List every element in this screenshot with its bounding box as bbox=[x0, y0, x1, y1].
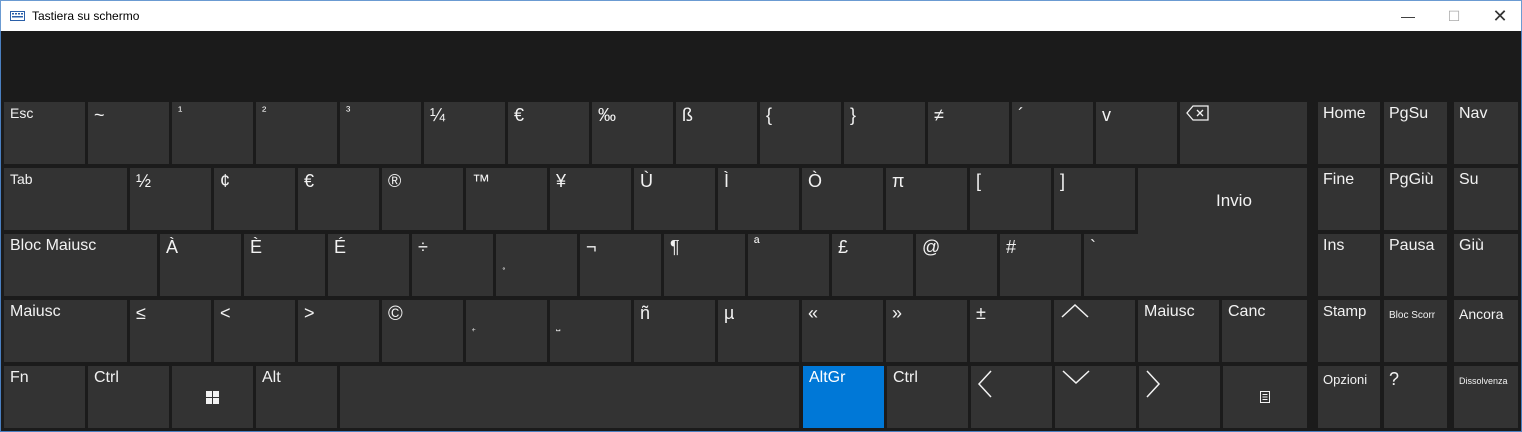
key-pause[interactable]: Pausa bbox=[1384, 234, 1447, 296]
key-fn[interactable]: Fn bbox=[4, 366, 85, 428]
title-bar: Tastiera su schermo — ☐ ✕ bbox=[0, 0, 1522, 31]
key-greater-than[interactable]: > bbox=[298, 300, 379, 362]
key-not-equal[interactable]: ≠ bbox=[928, 102, 1009, 164]
key-sup3[interactable]: ³ bbox=[340, 102, 421, 164]
key-windows[interactable] bbox=[172, 366, 253, 428]
key-fade[interactable]: Dissolvenza bbox=[1454, 366, 1518, 428]
key-copyright[interactable]: © bbox=[382, 300, 463, 362]
menu-icon bbox=[1260, 391, 1270, 403]
close-button[interactable]: ✕ bbox=[1477, 1, 1522, 31]
key-page-down[interactable]: PgGiù bbox=[1384, 168, 1447, 230]
key-options[interactable]: Opzioni bbox=[1318, 366, 1380, 428]
key-arrow-left[interactable] bbox=[971, 366, 1052, 428]
key-insert[interactable]: Ins bbox=[1318, 234, 1380, 296]
key-eszett[interactable]: ß bbox=[676, 102, 757, 164]
key-open-box-below[interactable]: ˽ bbox=[550, 300, 631, 362]
enter-label: Invio bbox=[1216, 191, 1252, 210]
key-backtick[interactable]: ` bbox=[1084, 234, 1165, 296]
key-u-grave[interactable]: Ù bbox=[634, 168, 715, 230]
key-divide[interactable]: ÷ bbox=[412, 234, 493, 296]
key-not-sign[interactable]: ¬ bbox=[580, 234, 661, 296]
key-pilcrow[interactable]: ¶ bbox=[664, 234, 745, 296]
key-arrow-up[interactable] bbox=[1054, 300, 1135, 362]
key-home[interactable]: Home bbox=[1318, 102, 1380, 164]
key-micro[interactable]: µ bbox=[718, 300, 799, 362]
key-page-up[interactable]: PgSu bbox=[1384, 102, 1447, 164]
key-pound[interactable]: £ bbox=[832, 234, 913, 296]
key-quarter[interactable]: ¼ bbox=[424, 102, 505, 164]
key-sup1[interactable]: ¹ bbox=[172, 102, 253, 164]
key-a-grave[interactable]: À bbox=[160, 234, 241, 296]
key-at[interactable]: @ bbox=[916, 234, 997, 296]
down-arrow-icon bbox=[1061, 369, 1136, 385]
key-left-arrow-below[interactable]: ˿ bbox=[466, 300, 547, 362]
key-v[interactable]: v bbox=[1096, 102, 1177, 164]
key-arrow-down[interactable] bbox=[1055, 366, 1136, 428]
key-euro[interactable]: € bbox=[508, 102, 589, 164]
key-alt[interactable]: Alt bbox=[256, 366, 337, 428]
right-arrow-icon bbox=[1145, 369, 1220, 399]
key-n-tilde[interactable]: ñ bbox=[634, 300, 715, 362]
key-shift-right[interactable]: Maiusc bbox=[1138, 300, 1219, 362]
up-arrow-icon bbox=[1060, 303, 1135, 319]
key-up[interactable]: Su bbox=[1454, 168, 1518, 230]
key-print-screen[interactable]: Stamp bbox=[1318, 300, 1380, 362]
key-pi[interactable]: π bbox=[886, 168, 967, 230]
key-sup2[interactable]: ² bbox=[256, 102, 337, 164]
key-dock[interactable]: Ancora bbox=[1454, 300, 1518, 362]
key-ctrl-left[interactable]: Ctrl bbox=[88, 366, 169, 428]
key-esc[interactable]: Esc bbox=[4, 102, 85, 164]
window-title: Tastiera su schermo bbox=[32, 9, 140, 23]
backspace-icon bbox=[1186, 105, 1307, 121]
key-arrow-right[interactable] bbox=[1139, 366, 1220, 428]
key-brace-close[interactable]: } bbox=[844, 102, 925, 164]
key-guillemet-right[interactable]: » bbox=[886, 300, 967, 362]
key-half[interactable]: ½ bbox=[130, 168, 211, 230]
key-caps-lock[interactable]: Bloc Maiusc bbox=[4, 234, 157, 296]
key-scroll-lock[interactable]: Bloc Scorr bbox=[1384, 300, 1447, 362]
key-less-equal[interactable]: ≤ bbox=[130, 300, 211, 362]
key-delete[interactable]: Canc bbox=[1222, 300, 1307, 362]
key-backspace[interactable] bbox=[1180, 102, 1307, 164]
key-registered[interactable]: ® bbox=[382, 168, 463, 230]
key-guillemet-left[interactable]: « bbox=[802, 300, 883, 362]
key-o-grave[interactable]: Ò bbox=[802, 168, 883, 230]
key-less-than[interactable]: < bbox=[214, 300, 295, 362]
key-permille[interactable]: ‰ bbox=[592, 102, 673, 164]
keyboard-icon bbox=[10, 11, 25, 21]
key-hash[interactable]: # bbox=[1000, 234, 1081, 296]
key-shift-left[interactable]: Maiusc bbox=[4, 300, 127, 362]
key-ring-below[interactable]: ˳ bbox=[496, 234, 577, 296]
minimize-button[interactable]: — bbox=[1385, 1, 1431, 31]
key-e-grave[interactable]: È bbox=[244, 234, 325, 296]
windows-icon bbox=[206, 390, 219, 404]
key-bracket-open[interactable]: [ bbox=[970, 168, 1051, 230]
key-help[interactable]: ? bbox=[1384, 366, 1447, 428]
key-ordinal-a[interactable]: ª bbox=[748, 234, 829, 296]
key-e-acute[interactable]: É bbox=[328, 234, 409, 296]
key-tilde[interactable]: ~ bbox=[88, 102, 169, 164]
maximize-button[interactable]: ☐ bbox=[1431, 1, 1477, 31]
key-end[interactable]: Fine bbox=[1318, 168, 1380, 230]
key-ctrl-right[interactable]: Ctrl bbox=[887, 366, 968, 428]
key-acute[interactable]: ´ bbox=[1012, 102, 1093, 164]
key-space[interactable] bbox=[340, 366, 799, 428]
key-plus-minus[interactable]: ± bbox=[970, 300, 1051, 362]
key-i-grave[interactable]: Ì bbox=[718, 168, 799, 230]
key-yen[interactable]: ¥ bbox=[550, 168, 631, 230]
left-arrow-icon bbox=[977, 369, 1052, 399]
key-tab[interactable]: Tab bbox=[4, 168, 127, 230]
key-menu[interactable] bbox=[1223, 366, 1307, 428]
key-bracket-close[interactable]: ] bbox=[1054, 168, 1135, 230]
key-trademark[interactable]: ™ bbox=[466, 168, 547, 230]
key-cent[interactable]: ¢ bbox=[214, 168, 295, 230]
key-brace-open[interactable]: { bbox=[760, 102, 841, 164]
key-nav[interactable]: Nav bbox=[1454, 102, 1518, 164]
key-altgr[interactable]: AltGr bbox=[803, 366, 884, 428]
key-down[interactable]: Giù bbox=[1454, 234, 1518, 296]
key-euro-2[interactable]: € bbox=[298, 168, 379, 230]
